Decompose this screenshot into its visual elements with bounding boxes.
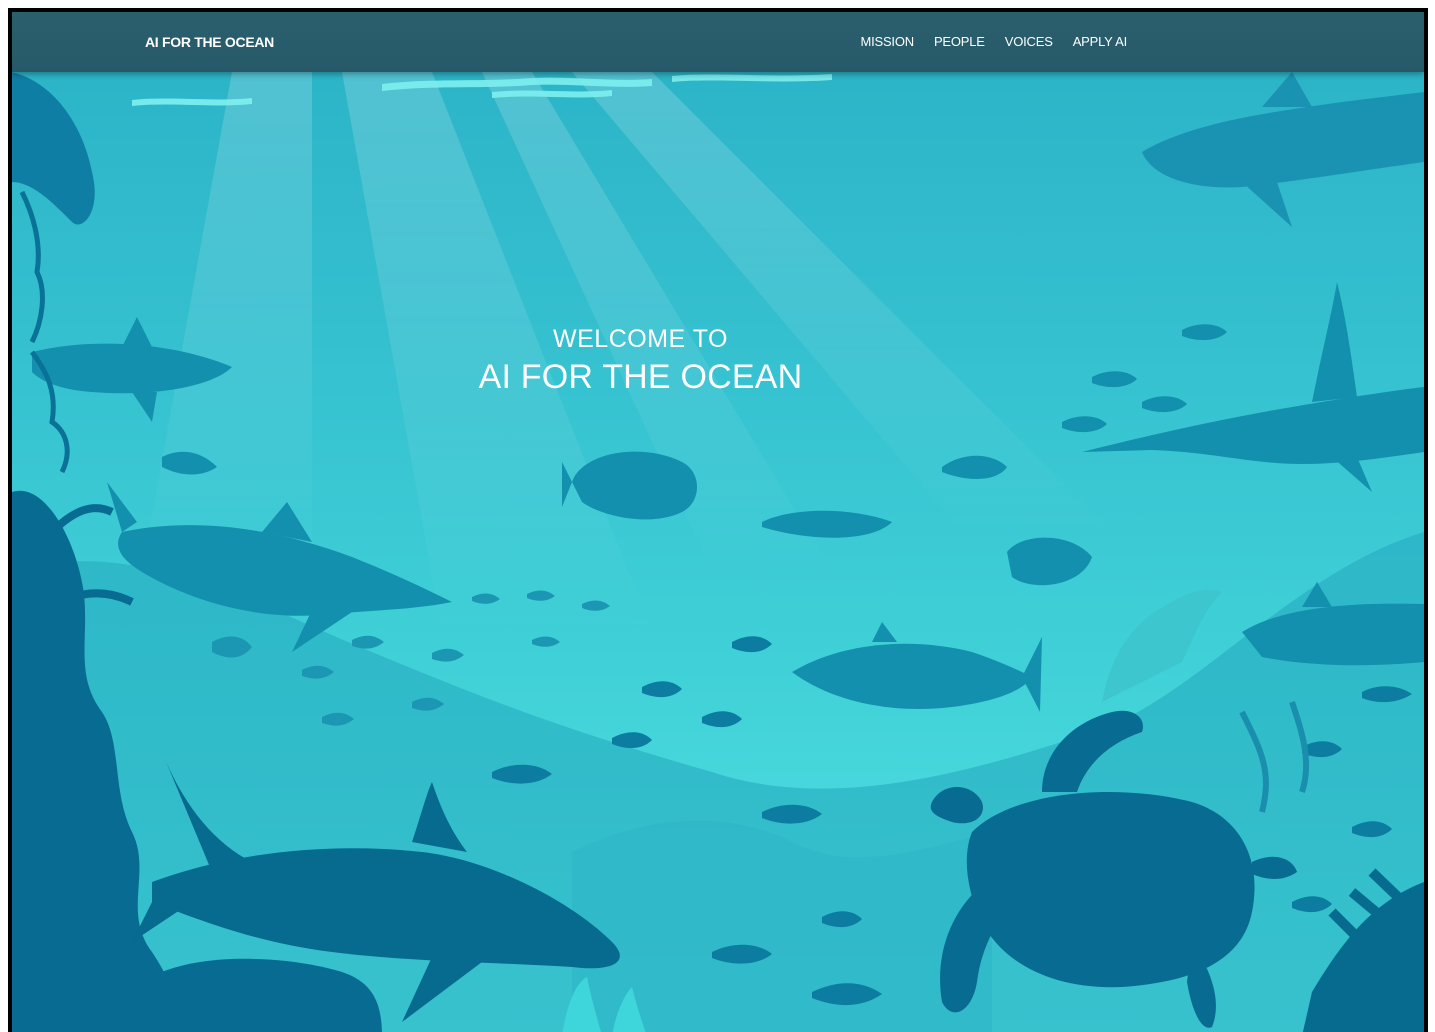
browser-frame: AI FOR THE OCEAN MISSION PEOPLE VOICES A…: [8, 8, 1428, 1032]
nav-link-mission[interactable]: MISSION: [860, 12, 914, 72]
shark-silhouette: [1142, 72, 1424, 227]
nav-link-people[interactable]: PEOPLE: [934, 12, 985, 72]
page-viewport: AI FOR THE OCEAN MISSION PEOPLE VOICES A…: [12, 12, 1424, 1032]
nav-link-voices[interactable]: VOICES: [1005, 12, 1053, 72]
top-navbar: AI FOR THE OCEAN MISSION PEOPLE VOICES A…: [12, 12, 1424, 72]
ocean-illustration: [12, 72, 1424, 1032]
hero-heading: WELCOME TO AI FOR THE OCEAN: [12, 325, 1269, 397]
nav-link-apply-ai[interactable]: APPLY AI: [1073, 12, 1127, 72]
brand-link[interactable]: AI FOR THE OCEAN: [145, 12, 274, 72]
tuna-silhouette: [792, 622, 1042, 712]
hero-subtitle: WELCOME TO: [553, 325, 728, 353]
hero-title: AI FOR THE OCEAN: [478, 358, 803, 396]
nav-links: MISSION PEOPLE VOICES APPLY AI: [860, 12, 1127, 72]
